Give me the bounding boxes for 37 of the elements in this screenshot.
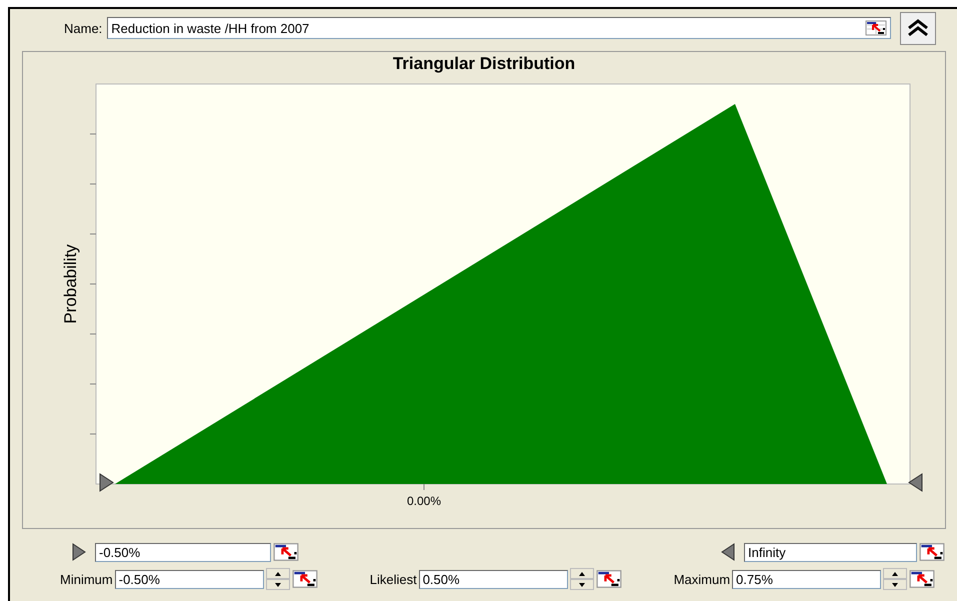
chart-title: Triangular Distribution — [392, 53, 576, 74]
cell-reference-icon[interactable] — [292, 569, 318, 589]
cell-reference-icon[interactable] — [865, 20, 888, 36]
left-triangle-icon — [721, 543, 735, 561]
name-label: Name: — [64, 20, 102, 36]
cell-reference-icon[interactable] — [596, 569, 622, 589]
parameter-label: Maximum — [674, 572, 730, 586]
up-arrow-icon — [578, 572, 585, 576]
down-arrow-icon — [892, 582, 898, 586]
spin-up-button[interactable] — [266, 568, 290, 579]
up-arrow-icon — [892, 572, 898, 576]
y-axis-label: Probability — [61, 244, 80, 324]
cell-reference-icon[interactable] — [273, 542, 299, 562]
collapse-button[interactable] — [900, 12, 936, 44]
cell-reference-icon[interactable] — [919, 542, 945, 562]
x-tick-label: 0.00% — [406, 494, 442, 508]
spin-up-button[interactable] — [883, 568, 908, 579]
parameter-field[interactable]: 0.50% — [418, 570, 568, 588]
spin-down-button[interactable] — [883, 579, 908, 590]
lower-bound-field[interactable]: -0.50% — [95, 542, 271, 562]
lower-bound-handle[interactable] — [100, 473, 114, 492]
parameter-field[interactable]: -0.50% — [114, 570, 264, 588]
parameter-label: Likeliest — [370, 572, 417, 586]
parameter-label: Minimum — [60, 572, 113, 586]
down-arrow-icon — [578, 582, 585, 586]
up-arrow-icon — [274, 572, 281, 576]
double-chevron-up-icon — [906, 18, 930, 38]
upper-bound-field[interactable]: Infinity — [744, 542, 917, 562]
parameter-field[interactable]: 0.75% — [732, 570, 882, 588]
spin-up-button[interactable] — [570, 568, 594, 579]
right-triangle-icon — [72, 543, 86, 561]
name-field[interactable]: Reduction in waste /HH from 2007 — [107, 17, 892, 39]
cell-reference-icon[interactable] — [909, 569, 936, 589]
spin-down-button[interactable] — [266, 579, 290, 590]
down-arrow-icon — [274, 582, 281, 586]
spin-down-button[interactable] — [570, 579, 594, 590]
upper-bound-handle[interactable] — [908, 473, 922, 492]
